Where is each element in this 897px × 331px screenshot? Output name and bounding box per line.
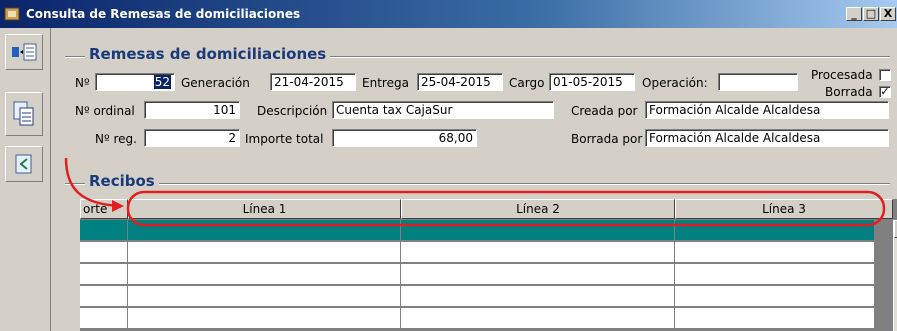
back-arrow-document-icon bbox=[15, 154, 32, 174]
table-cell[interactable] bbox=[128, 308, 401, 329]
column-header-linea-3[interactable]: Línea 3 bbox=[675, 199, 893, 219]
table-cell[interactable] bbox=[675, 242, 875, 263]
generacion-field[interactable]: 21-04-2015 bbox=[270, 73, 356, 91]
table-cell[interactable] bbox=[80, 242, 128, 263]
copy-documents-icon bbox=[13, 101, 34, 126]
recibos-grid[interactable]: orte Línea 1 Línea 2 Línea 3 ▲ bbox=[80, 199, 897, 331]
table-cell[interactable] bbox=[675, 220, 875, 241]
table-row[interactable] bbox=[80, 308, 897, 330]
creada-por-label: Creada por bbox=[571, 104, 638, 118]
table-cell[interactable] bbox=[675, 264, 875, 285]
borrada-por-field[interactable]: Formación Alcalde Alcaldesa bbox=[645, 129, 889, 147]
operacion-label: Operación: bbox=[642, 76, 708, 90]
borrada-label: Borrada bbox=[825, 85, 873, 99]
generacion-label: Generación bbox=[181, 76, 250, 90]
column-header-importe[interactable]: orte bbox=[80, 199, 128, 219]
toolbar-back-button[interactable] bbox=[5, 146, 43, 182]
entrega-field[interactable]: 25-04-2015 bbox=[417, 73, 503, 91]
table-cell[interactable] bbox=[675, 308, 875, 329]
descripcion-field[interactable]: Cuenta tax CajaSur bbox=[332, 101, 554, 119]
toolbar-list-button[interactable] bbox=[5, 34, 43, 70]
main-panel: Remesas de domiciliaciones Nº 52 Generac… bbox=[57, 28, 897, 331]
table-cell[interactable] bbox=[128, 286, 401, 307]
table-cell[interactable] bbox=[80, 264, 128, 285]
table-cell[interactable] bbox=[128, 242, 401, 263]
descripcion-label: Descripción bbox=[257, 104, 328, 118]
nreg-label: Nº reg. bbox=[95, 132, 137, 146]
creada-por-field[interactable]: Formación Alcalde Alcaldesa bbox=[645, 101, 889, 119]
window-title: Consulta de Remesas de domiciliaciones bbox=[26, 7, 301, 21]
borrada-checkbox[interactable]: ✓ bbox=[879, 86, 891, 98]
column-header-linea-2[interactable]: Línea 2 bbox=[401, 199, 675, 219]
importe-label: Importe total bbox=[245, 132, 324, 146]
cargo-label: Cargo bbox=[509, 76, 545, 90]
vertical-scrollbar[interactable]: ▲ bbox=[893, 220, 897, 331]
table-cell[interactable] bbox=[401, 220, 675, 241]
operacion-field[interactable] bbox=[718, 73, 798, 91]
table-cell[interactable] bbox=[675, 286, 875, 307]
app-icon bbox=[4, 7, 20, 21]
nreg-field[interactable]: 2 bbox=[144, 129, 240, 147]
importe-field[interactable]: 68,00 bbox=[332, 129, 477, 147]
title-bar[interactable]: Consulta de Remesas de domiciliaciones _… bbox=[0, 0, 897, 28]
recibos-section-title: Recibos bbox=[85, 172, 159, 190]
table-cell[interactable] bbox=[401, 308, 675, 329]
list-view-icon bbox=[12, 43, 37, 61]
table-cell[interactable] bbox=[401, 286, 675, 307]
numero-value: 52 bbox=[153, 75, 171, 89]
ordinal-field[interactable]: 101 bbox=[144, 101, 240, 119]
remesas-section-title: Remesas de domiciliaciones bbox=[85, 45, 331, 63]
left-toolbar bbox=[0, 28, 51, 331]
table-cell[interactable] bbox=[80, 220, 128, 241]
maximize-button[interactable]: □ bbox=[863, 7, 879, 21]
procesada-checkbox[interactable] bbox=[879, 69, 891, 81]
procesada-label: Procesada bbox=[811, 68, 873, 82]
minimize-button[interactable]: _ bbox=[846, 7, 862, 21]
ordinal-label: Nº ordinal bbox=[75, 104, 135, 118]
toolbar-copy-button[interactable] bbox=[5, 92, 43, 136]
numero-label: Nº bbox=[75, 76, 90, 90]
cargo-field[interactable]: 01-05-2015 bbox=[549, 73, 635, 91]
close-button[interactable]: X bbox=[880, 7, 896, 21]
table-cell[interactable] bbox=[128, 264, 401, 285]
table-cell[interactable] bbox=[401, 264, 675, 285]
table-cell[interactable] bbox=[80, 286, 128, 307]
borrada-por-label: Borrada por bbox=[571, 132, 643, 146]
checkmark-icon: ✓ bbox=[880, 85, 890, 98]
consulta-remesas-window: Consulta de Remesas de domiciliaciones _… bbox=[0, 0, 897, 331]
table-row[interactable] bbox=[80, 286, 897, 308]
table-cell[interactable] bbox=[80, 308, 128, 329]
table-cell[interactable] bbox=[401, 242, 675, 263]
table-row[interactable] bbox=[80, 264, 897, 286]
column-header-linea-1[interactable]: Línea 1 bbox=[128, 199, 401, 219]
table-cell[interactable] bbox=[128, 220, 401, 241]
entrega-label: Entrega bbox=[362, 76, 409, 90]
table-row[interactable] bbox=[80, 220, 897, 242]
table-row[interactable] bbox=[80, 242, 897, 264]
numero-field[interactable]: 52 bbox=[95, 73, 175, 91]
